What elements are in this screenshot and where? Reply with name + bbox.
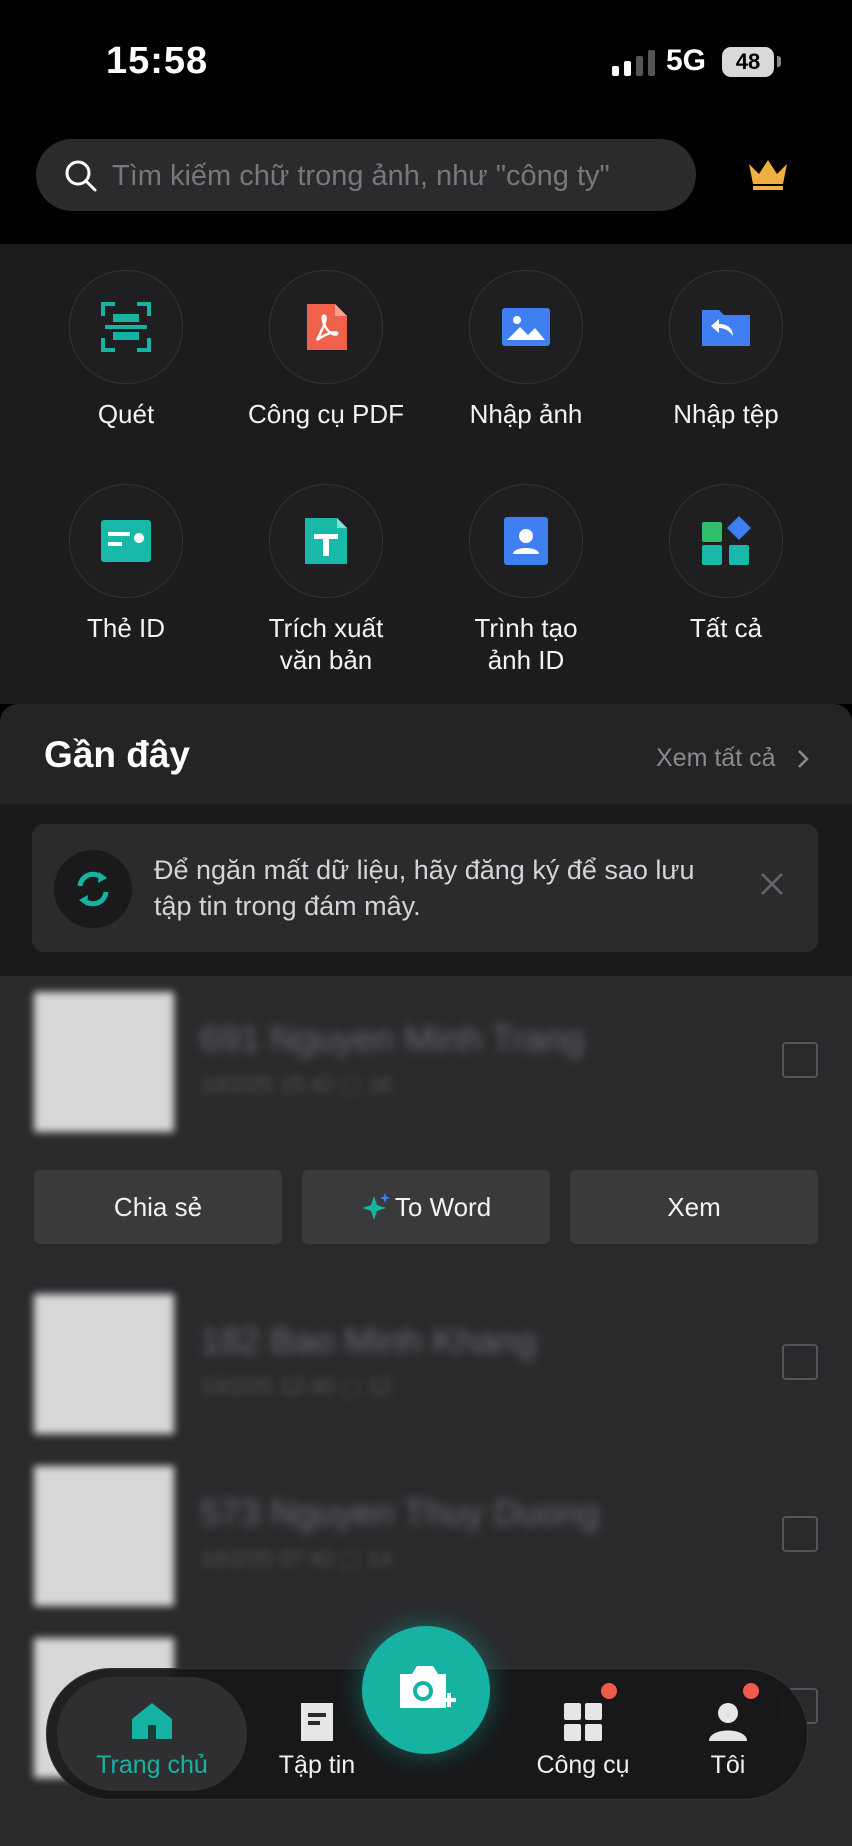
text-extract-icon bbox=[305, 518, 347, 564]
close-icon[interactable] bbox=[758, 870, 786, 898]
folder-import-icon bbox=[702, 310, 750, 346]
tools-grid: Quét Công cụ PDF Nhập ảnh Nhập tệp Thẻ I… bbox=[0, 244, 852, 704]
list-item[interactable]: 182 Bao Minh Khang 10/2/25 12:30 ▢ 12 bbox=[0, 1278, 852, 1434]
tool-extract-text[interactable]: Trích xuất văn bản bbox=[226, 484, 426, 676]
pdf-icon bbox=[307, 304, 347, 350]
sync-icon bbox=[77, 871, 109, 907]
notification-dot bbox=[601, 1683, 617, 1699]
tool-id-photo[interactable]: Trình tạo ảnh ID bbox=[426, 484, 626, 676]
tool-label: Nhập ảnh bbox=[469, 399, 583, 429]
nav-label: Công cụ bbox=[536, 1751, 630, 1779]
recent-title: Gần đây bbox=[44, 734, 190, 775]
status-bar: 15:58 5G 48 bbox=[0, 0, 852, 120]
notice-text: Để ngăn mất dữ liệu, hãy đăng ký để sao … bbox=[154, 855, 695, 921]
see-all-link[interactable]: Xem tất cả bbox=[656, 744, 776, 773]
nav-label: Tập tin bbox=[278, 1751, 356, 1779]
tool-scan[interactable]: Quét bbox=[26, 270, 226, 430]
nav-home[interactable]: Trang chủ bbox=[57, 1669, 247, 1799]
file-checkbox[interactable] bbox=[782, 1042, 818, 1078]
tool-label: Công cụ PDF bbox=[247, 399, 405, 429]
home-icon bbox=[132, 1703, 172, 1739]
share-button[interactable]: Chia sẻ bbox=[34, 1170, 282, 1244]
tool-pdf[interactable]: Công cụ PDF bbox=[226, 270, 426, 430]
status-time: 15:58 bbox=[106, 40, 209, 82]
nav-label: Tôi bbox=[710, 1751, 746, 1779]
sync-icon-wrap bbox=[54, 850, 132, 928]
file-thumbnail bbox=[34, 1466, 174, 1606]
files-icon bbox=[301, 1703, 333, 1741]
tool-import-file[interactable]: Nhập tệp bbox=[626, 270, 826, 430]
battery-icon: 48 bbox=[722, 47, 774, 77]
file-actions: Chia sẻ To Word Xem bbox=[34, 1170, 818, 1244]
to-word-label: To Word bbox=[394, 1192, 492, 1222]
battery-tip bbox=[777, 56, 781, 67]
scan-icon bbox=[101, 302, 151, 352]
notice-band: Để ngăn mất dữ liệu, hãy đăng ký để sao … bbox=[0, 804, 852, 976]
to-word-button[interactable]: To Word bbox=[302, 1170, 550, 1244]
tool-label: Trích xuất văn bản bbox=[268, 613, 384, 675]
image-icon bbox=[502, 308, 550, 346]
tool-id-card[interactable]: Thẻ ID bbox=[26, 484, 226, 644]
tool-all[interactable]: Tất cả bbox=[626, 484, 826, 644]
view-button[interactable]: Xem bbox=[570, 1170, 818, 1244]
notification-dot bbox=[743, 1683, 759, 1699]
file-name: 573 Nguyen Thuy Duong bbox=[200, 1492, 600, 1533]
tool-import-image[interactable]: Nhập ảnh bbox=[426, 270, 626, 430]
nav-label: Trang chủ bbox=[96, 1751, 208, 1779]
file-checkbox[interactable] bbox=[782, 1344, 818, 1380]
file-meta: 10/2/25 15:42 ▢ 16 bbox=[200, 1072, 393, 1097]
file-meta: 10/2/25 07:42 ▢ 14 bbox=[200, 1546, 393, 1571]
premium-crown-icon[interactable] bbox=[746, 156, 790, 192]
list-item[interactable]: 691 Nguyen Minh Trang 10/2/25 15:42 ▢ 16 bbox=[0, 976, 852, 1132]
tool-label: Nhập tệp bbox=[673, 399, 779, 429]
network-type: 5G bbox=[666, 44, 707, 77]
list-item[interactable]: 573 Nguyen Thuy Duong 10/2/25 07:42 ▢ 14 bbox=[0, 1450, 852, 1606]
chevron-right-icon[interactable] bbox=[796, 748, 810, 770]
camera-scan-button[interactable] bbox=[362, 1626, 490, 1754]
file-thumbnail bbox=[34, 1294, 174, 1434]
tools-icon bbox=[564, 1703, 602, 1741]
signal-icon bbox=[612, 48, 655, 76]
camera-add-icon bbox=[400, 1666, 456, 1708]
file-meta: 10/2/25 12:30 ▢ 12 bbox=[200, 1374, 393, 1399]
id-card-icon bbox=[101, 520, 151, 562]
tool-label: Trình tạo ảnh ID bbox=[474, 613, 578, 675]
file-name: 691 Nguyen Minh Trang bbox=[200, 1018, 585, 1059]
file-thumbnail bbox=[34, 992, 174, 1132]
sparkle-icon bbox=[361, 1193, 390, 1221]
search-input[interactable]: Tìm kiếm chữ trong ảnh, như "công ty" bbox=[36, 139, 696, 211]
nav-tools[interactable]: Công cụ bbox=[503, 1669, 663, 1799]
backup-notice[interactable]: Để ngăn mất dữ liệu, hãy đăng ký để sao … bbox=[32, 824, 818, 952]
file-name: 182 Bao Minh Khang bbox=[200, 1320, 537, 1361]
tool-label: Quét bbox=[97, 399, 155, 429]
tool-label: Tất cả bbox=[689, 613, 763, 643]
all-apps-icon bbox=[702, 516, 751, 565]
search-icon bbox=[65, 160, 97, 192]
file-checkbox[interactable] bbox=[782, 1516, 818, 1552]
search-placeholder: Tìm kiếm chữ trong ảnh, như "công ty" bbox=[112, 160, 610, 192]
id-photo-icon bbox=[504, 517, 548, 565]
profile-icon bbox=[709, 1703, 747, 1741]
nav-me[interactable]: Tôi bbox=[663, 1669, 793, 1799]
tool-label: Thẻ ID bbox=[86, 613, 166, 643]
